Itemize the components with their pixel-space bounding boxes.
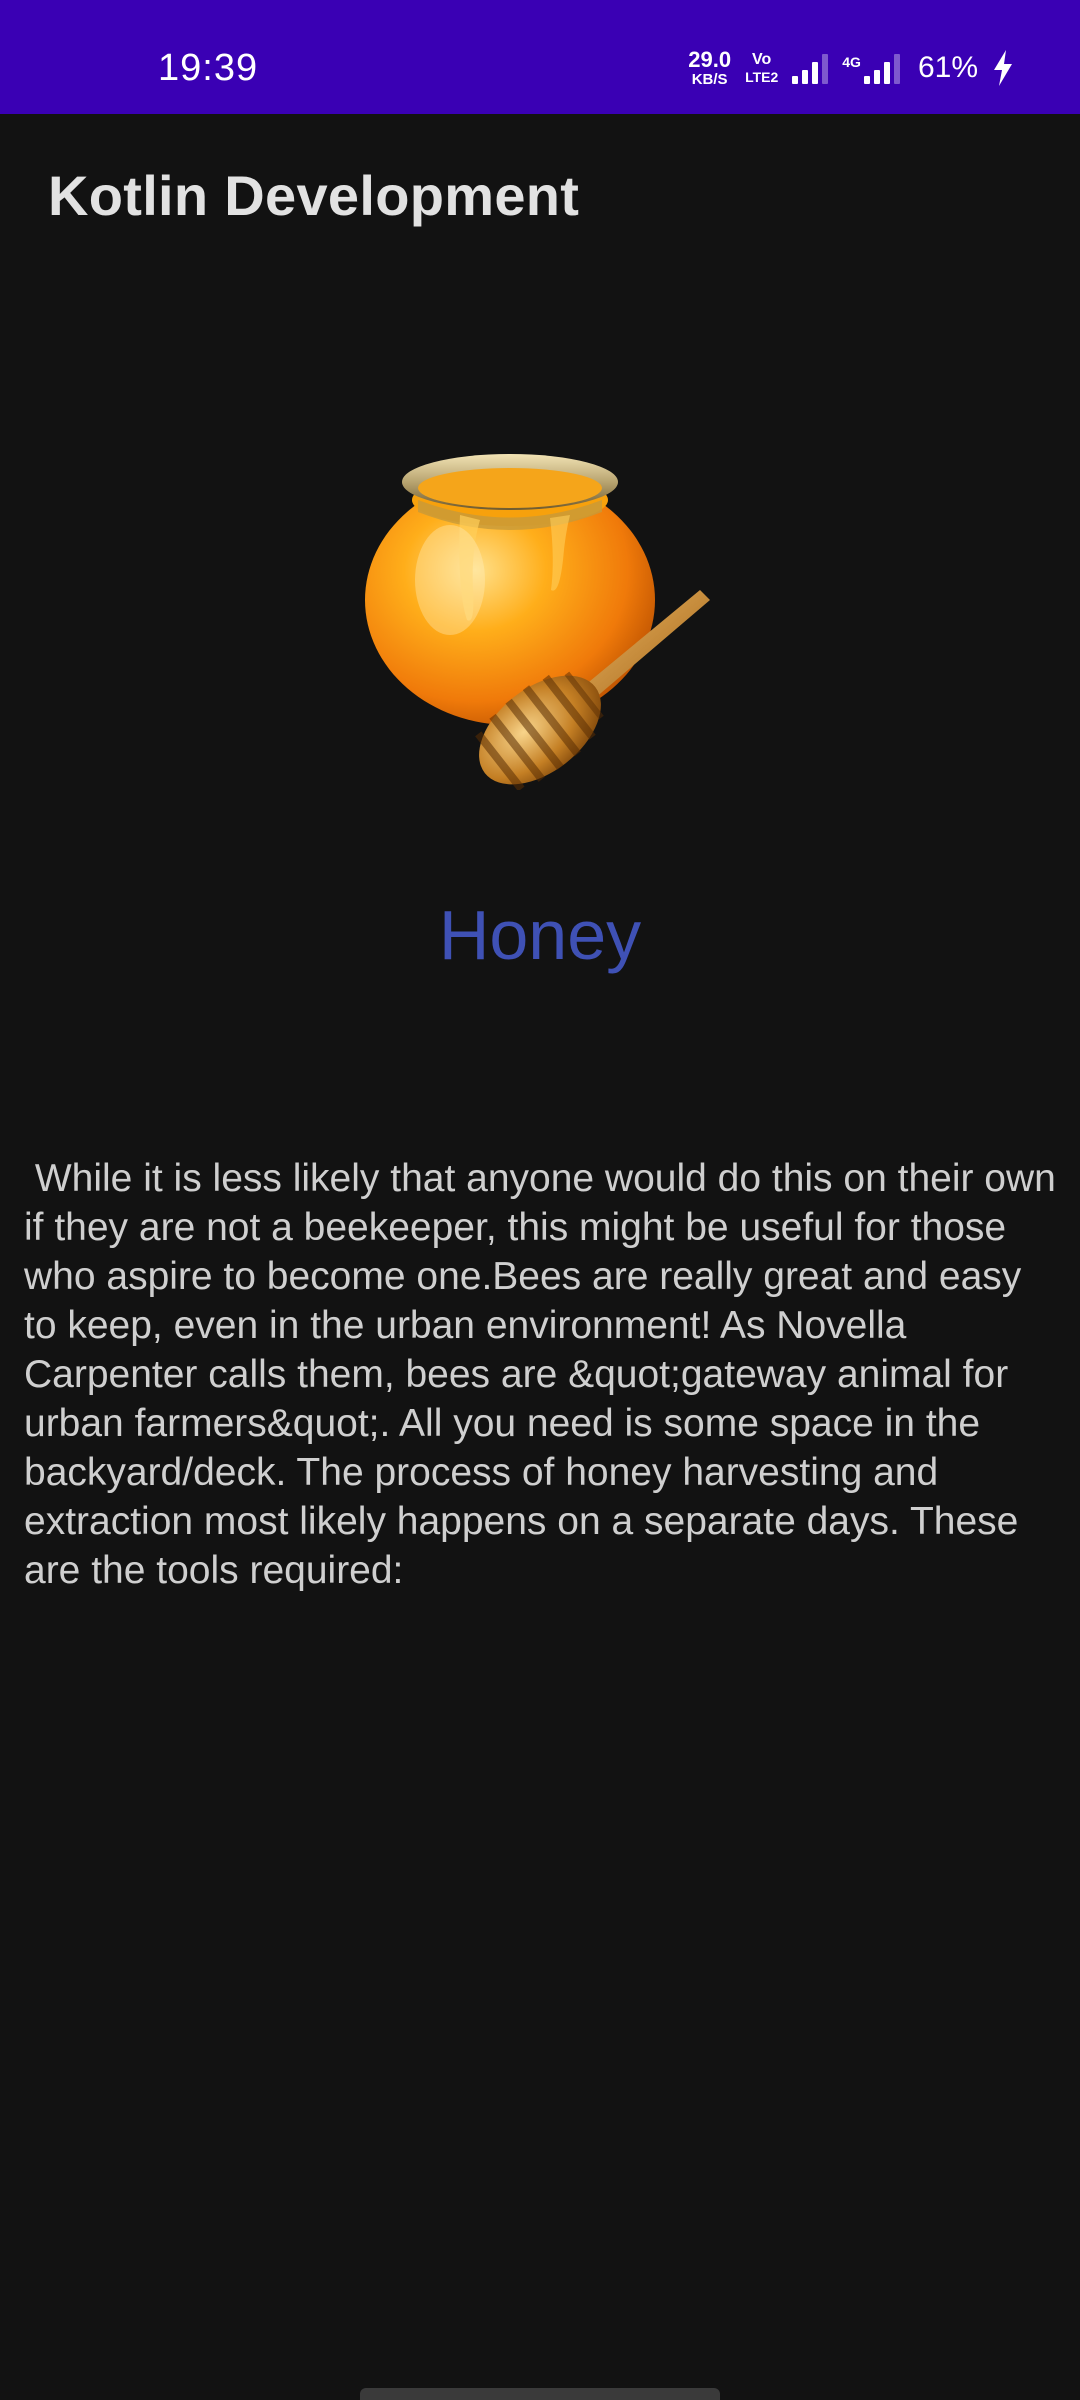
battery-percentage: 61% <box>917 51 978 84</box>
status-time: 19:39 <box>158 47 259 89</box>
network-speed-value: 29.0 <box>688 47 732 72</box>
network-speed-unit: KB/S <box>691 71 728 88</box>
home-indicator[interactable] <box>360 2388 720 2400</box>
network-type-label: 4G <box>842 54 861 70</box>
status-bar: 19:39 29.0 KB/S Vo LTE2 4G 61% <box>0 0 1080 114</box>
volte-top-label: Vo <box>752 51 772 68</box>
network-speed: 29.0 KB/S <box>688 47 732 88</box>
volte-bottom-label: LTE2 <box>745 69 779 85</box>
status-icons: 29.0 KB/S Vo LTE2 4G 61% <box>688 46 1014 90</box>
charging-icon <box>994 50 1012 86</box>
signal-4g-icon: 4G <box>842 52 900 84</box>
volte-icon: Vo LTE2 <box>745 51 779 85</box>
honey-pot-icon <box>365 454 710 790</box>
signal-strength-icon <box>792 52 829 84</box>
app-bar-title: Kotlin Development <box>48 164 580 227</box>
item-title: Honey <box>438 896 642 974</box>
item-description: While it is less likely that anyone woul… <box>24 1157 1067 1592</box>
